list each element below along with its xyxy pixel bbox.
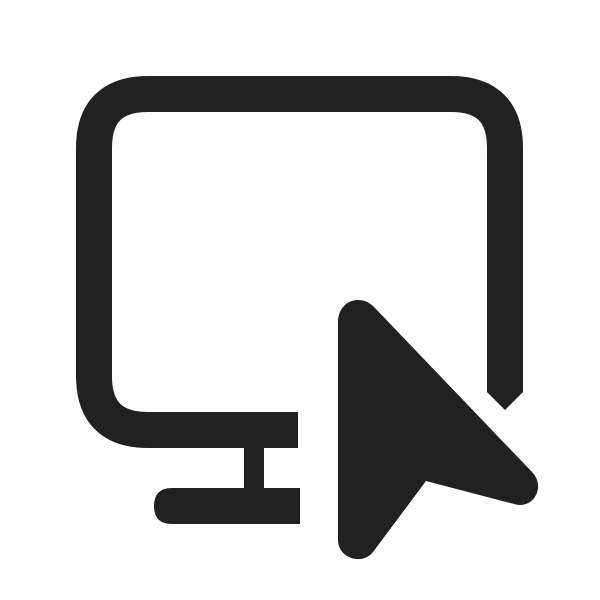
monitor-corner-cut (487, 372, 523, 410)
icon-canvas (0, 0, 600, 600)
desktop-cursor-icon (76, 76, 539, 560)
monitor-stand-base (154, 488, 300, 524)
